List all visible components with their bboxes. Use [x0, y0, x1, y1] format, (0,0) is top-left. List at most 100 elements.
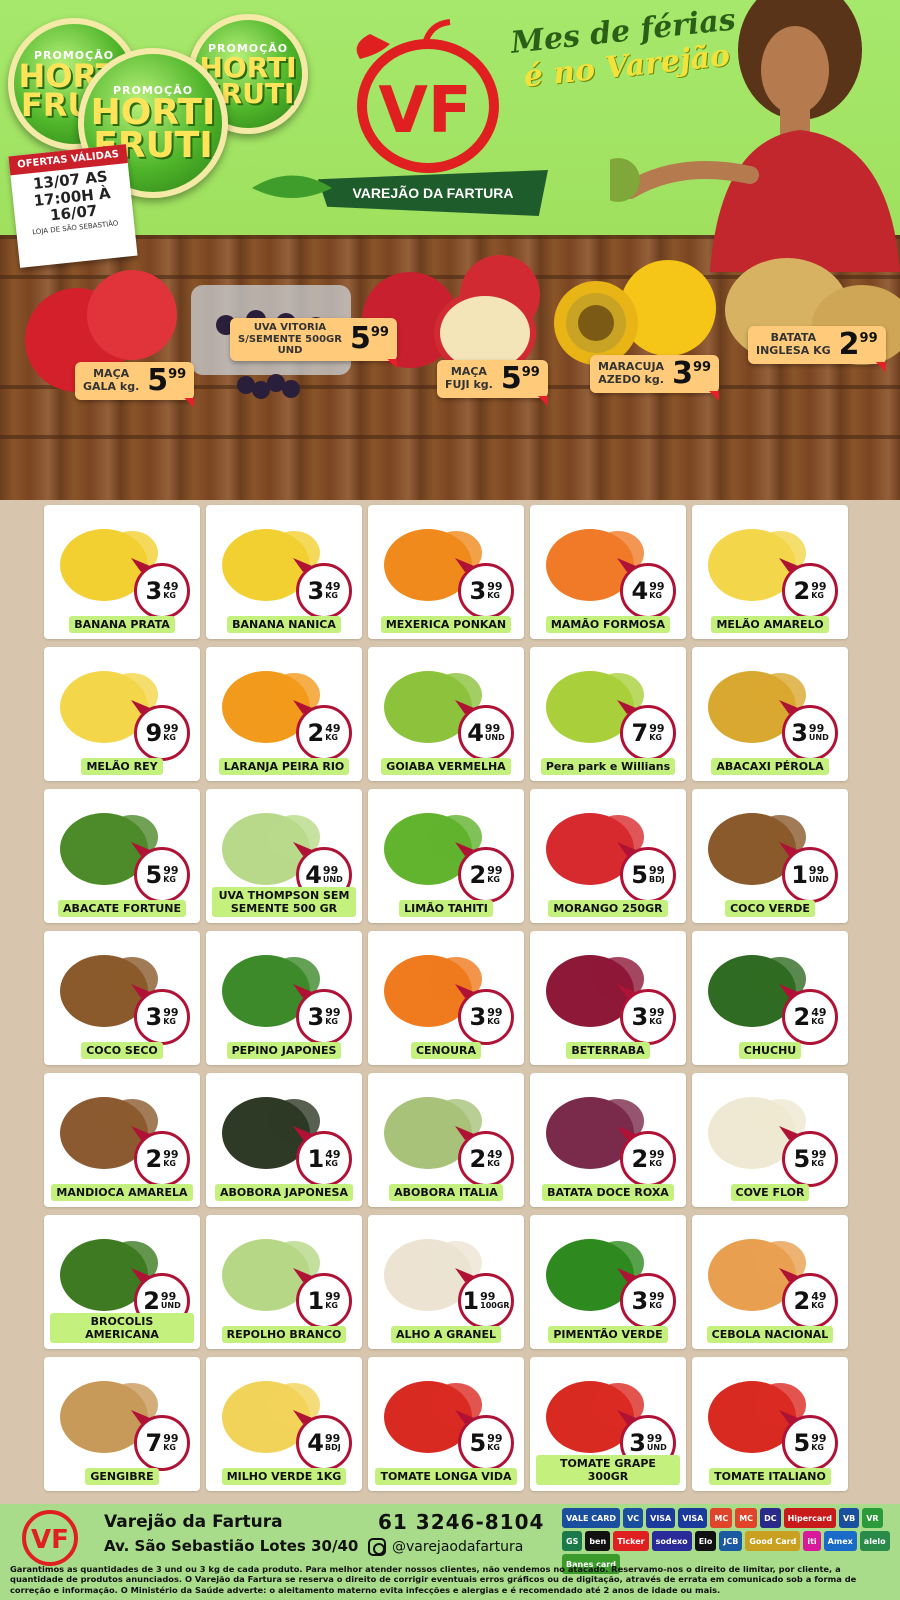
price-unit: UND	[160, 1301, 181, 1311]
payment-card-logo: Good Card	[745, 1531, 801, 1551]
product-name: GOIABA VERMELHA	[381, 757, 511, 775]
price-tag: 2 49 KG	[458, 1131, 514, 1187]
price-tag: 2 99 KG	[620, 1131, 676, 1187]
price-integer: 5	[793, 1145, 811, 1173]
price-integer: 9	[145, 719, 163, 747]
price-unit: KG	[163, 1159, 176, 1169]
product-card: 3 99 KG COCO SECO	[44, 931, 200, 1065]
price-unit: KG	[487, 875, 500, 885]
product-name: ABACAXI PÉROLA	[711, 757, 829, 775]
price-integer: 1	[462, 1287, 480, 1315]
product-name: LIMÃO TAHITI	[399, 899, 493, 917]
price-tag: 9 99 KG	[134, 705, 190, 761]
price-unit: KG	[487, 591, 500, 601]
product-name: TOMATE GRAPE 300GR	[536, 1454, 680, 1485]
price-tag: 2 49 KG	[782, 989, 838, 1045]
price-unit: BDJ	[648, 875, 665, 885]
price-tag: 4 99 BDJ	[296, 1415, 352, 1471]
price-unit: KG	[325, 1017, 338, 1027]
price-integer: 3	[629, 1429, 646, 1457]
price-tag: 4 99 UND	[458, 705, 514, 761]
payment-card-logo: alelo	[859, 1531, 890, 1551]
product-name: MEXERICA PONKAN	[380, 615, 512, 633]
svg-text:VF: VF	[31, 1525, 69, 1555]
price-integer: 3	[469, 577, 487, 605]
price-integer: 2	[793, 577, 811, 605]
product-card: 2 99 KG LIMÃO TAHITI	[368, 789, 524, 923]
price-integer: 4	[467, 719, 484, 747]
price-integer: 2	[469, 1145, 487, 1173]
product-name: MELÃO REY	[81, 757, 163, 775]
payment-card-logo: Elo	[694, 1531, 717, 1551]
payment-card-logo: VC	[623, 1508, 644, 1528]
product-card: 5 99 KG ABACATE FORTUNE	[44, 789, 200, 923]
price-integer: 7	[145, 1429, 163, 1457]
payment-card-logo: ben	[585, 1531, 611, 1551]
price-unit: UND	[808, 733, 829, 743]
payment-card-logo: DC	[760, 1508, 781, 1528]
price-integer: 2	[793, 1287, 811, 1315]
price-integer: 3	[791, 719, 808, 747]
price-tag: 2 49 KG	[296, 705, 352, 761]
price-tag: 1 99 KG	[296, 1273, 352, 1329]
product-card: 1 99 KG REPOLHO BRANCO	[206, 1215, 362, 1349]
instagram-link[interactable]: @varejaodafartura	[368, 1538, 523, 1556]
featured-price-tag: BATATA INGLESA KG 2 99	[748, 326, 886, 372]
price-unit: UND	[808, 875, 829, 885]
price-unit: KG	[325, 733, 338, 743]
price-integer: 4	[305, 861, 322, 889]
product-card: 2 99 KG MELÃO AMARELO	[692, 505, 848, 639]
vf-logo: VF	[356, 19, 499, 173]
featured-price-tag: MAÇA GALA kg. 5 99	[75, 362, 195, 408]
featured-price-tag: UVA VITORIA S/SEMENTE 500GR UND 5 99	[230, 318, 397, 369]
product-card: 2 49 KG CEBOLA NACIONAL	[692, 1215, 848, 1349]
product-name: TOMATE ITALIANO	[709, 1467, 831, 1485]
price-unit: KG	[811, 1017, 824, 1027]
product-card: 2 99 UND BROCOLIS AMERICANA	[44, 1215, 200, 1349]
product-name: LARANJA PEIRA RIO	[218, 757, 350, 775]
product-card: 3 99 KG BETERRABA	[530, 931, 686, 1065]
product-card: 2 99 KG MANDIOCA AMARELA	[44, 1073, 200, 1207]
price-tag: 5 99 KG	[782, 1131, 838, 1187]
payment-card-logo: Hipercard	[783, 1508, 836, 1528]
product-name: MILHO VERDE 1KG	[221, 1467, 347, 1485]
payment-card-logo: VISA	[646, 1508, 676, 1528]
payment-card-logo: VB	[838, 1508, 860, 1528]
payment-card-logo: JCB	[719, 1531, 743, 1551]
price-integer: 5	[469, 1429, 487, 1457]
product-card: 5 99 KG TOMATE ITALIANO	[692, 1357, 848, 1491]
product-card: 1 49 KG ABOBORA JAPONESA	[206, 1073, 362, 1207]
product-card: 3 99 KG PIMENTÃO VERDE	[530, 1215, 686, 1349]
product-name: MANDIOCA AMARELA	[51, 1183, 193, 1201]
price-integer: 7	[631, 719, 649, 747]
price-integer: 3	[307, 1003, 325, 1031]
store-phone[interactable]: 61 3246-8104	[378, 1510, 544, 1534]
product-card: 7 99 KG GENGIBRE	[44, 1357, 200, 1491]
product-card: 4 99 KG MAMÃO FORMOSA	[530, 505, 686, 639]
product-card: 2 49 KG CHUCHU	[692, 931, 848, 1065]
payment-card-logo: Amex	[823, 1531, 857, 1551]
price-tag: 7 99 KG	[620, 705, 676, 761]
price-integer: 3	[145, 577, 163, 605]
instagram-icon	[368, 1538, 386, 1556]
price-integer: 5	[793, 1429, 811, 1457]
price-tag: 3 99 UND	[782, 705, 838, 761]
offer-validity-card: OFERTAS VÁLIDAS 13/07 AS 17:00H À 16/07 …	[8, 144, 138, 268]
payment-card-logo: VISA	[678, 1508, 708, 1528]
product-grid: 3 49 KG BANANA PRATA 3 49 KG BANANA NANI…	[44, 505, 864, 1500]
product-name: ABOBORA JAPONESA	[215, 1183, 353, 1201]
price-integer: 3	[307, 577, 325, 605]
price-unit: UND	[322, 875, 343, 885]
price-integer: 1	[307, 1287, 325, 1315]
price-integer: 3	[469, 1003, 487, 1031]
product-card: 3 49 KG BANANA PRATA	[44, 505, 200, 639]
product-name: PIMENTÃO VERDE	[548, 1325, 668, 1343]
instagram-handle: @varejaodafartura	[392, 1539, 524, 1555]
price-integer: 1	[307, 1145, 325, 1173]
product-name: ALHO A GRANEL	[391, 1325, 501, 1343]
product-card: 1 99 100GR ALHO A GRANEL	[368, 1215, 524, 1349]
price-integer: 2	[631, 1145, 649, 1173]
product-card: 2 49 KG ABOBORA ITALIA	[368, 1073, 524, 1207]
product-name: ABACATE FORTUNE	[58, 899, 186, 917]
price-tag: 5 99 BDJ	[620, 847, 676, 903]
